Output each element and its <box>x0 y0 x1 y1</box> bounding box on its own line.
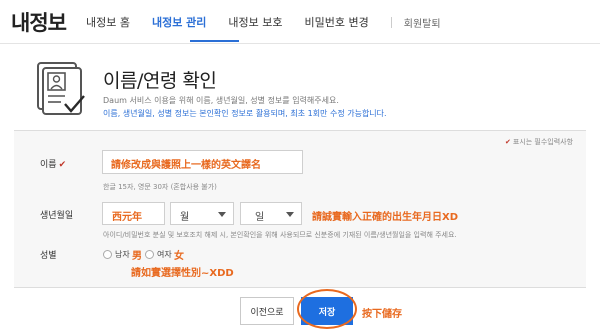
required-note: ✔ 표시는 필수입력사항 <box>505 137 573 147</box>
name-hint: 한글 15자, 영문 30자 (혼합사용 불가) <box>103 183 217 191</box>
name-annotation: 請修改成與護照上一樣的英文譯名 <box>111 160 261 171</box>
nav-password-change[interactable]: 비밀번호 변경 <box>305 14 369 30</box>
birth-year-value: 西元年 <box>112 212 142 223</box>
intro-notice: 이름, 생년월일, 성별 정보는 본인확인 정보로 활용되며, 최초 1회만 수… <box>103 109 387 118</box>
birth-month-value: 월 <box>180 212 190 223</box>
active-tab-indicator <box>190 40 239 42</box>
birth-day-value: 일 <box>255 212 265 223</box>
gender-male-radio[interactable] <box>103 250 112 259</box>
save-annotation: 按下儲存 <box>362 309 402 320</box>
nav-withdraw[interactable]: 회원탈퇴 <box>404 15 441 30</box>
nav-my-info-protect[interactable]: 내정보 보호 <box>228 14 282 30</box>
nav-my-info-home[interactable]: 내정보 홈 <box>86 14 130 30</box>
chevron-down-icon <box>286 212 294 217</box>
name-label-text: 이름 <box>40 160 57 170</box>
required-check-icon: ✔ <box>505 138 511 146</box>
gender-female-annotation: 女 <box>174 251 184 262</box>
gender-male-annotation: 男 <box>132 251 142 262</box>
birth-year-select[interactable]: 西元年 <box>102 202 165 225</box>
gender-annotation: 請如實選擇性別~XDD <box>131 268 234 279</box>
name-input[interactable]: 請修改成與護照上一樣的英文譯名 <box>102 150 303 174</box>
gender-label: 성별 <box>40 251 57 261</box>
save-highlight-circle <box>297 289 357 329</box>
gender-female-radio[interactable] <box>145 250 154 259</box>
gender-male-label[interactable]: 남자 <box>115 249 130 260</box>
previous-button[interactable]: 이전으로 <box>240 297 294 325</box>
main-nav: 내정보 홈 내정보 관리 내정보 보호 비밀번호 변경 회원탈퇴 <box>86 14 463 30</box>
intro-description: Daum 서비스 이용을 위해 이름, 생년월일, 성별 정보를 입력해주세요. <box>103 96 339 105</box>
top-navigation-bar: 내정보 내정보 홈 내정보 관리 내정보 보호 비밀번호 변경 회원탈퇴 <box>0 0 600 44</box>
id-card-check-icon <box>37 62 85 115</box>
required-note-text: 표시는 필수입력사항 <box>512 138 574 146</box>
birth-day-select[interactable]: 일 <box>240 202 302 225</box>
nav-divider <box>390 16 392 28</box>
nav-my-info-manage[interactable]: 내정보 관리 <box>152 14 206 30</box>
gender-female-label[interactable]: 여자 <box>157 249 172 260</box>
page-title: 이름/연령 확인 <box>103 70 217 92</box>
birth-label: 생년월일 <box>40 211 74 221</box>
birth-month-select[interactable]: 월 <box>170 202 234 225</box>
page-logo[interactable]: 내정보 <box>11 7 67 37</box>
required-check-icon: ✔ <box>58 160 67 170</box>
name-label: 이름 ✔ <box>40 157 66 170</box>
birth-annotation: 請誠實輸入正確的出生年月日XD <box>312 212 459 223</box>
birth-hint: 아이디/비밀번호 분실 및 보호조치 해제 시, 본인확인을 위해 사용되므로 … <box>103 231 457 239</box>
chevron-down-icon <box>218 212 226 217</box>
